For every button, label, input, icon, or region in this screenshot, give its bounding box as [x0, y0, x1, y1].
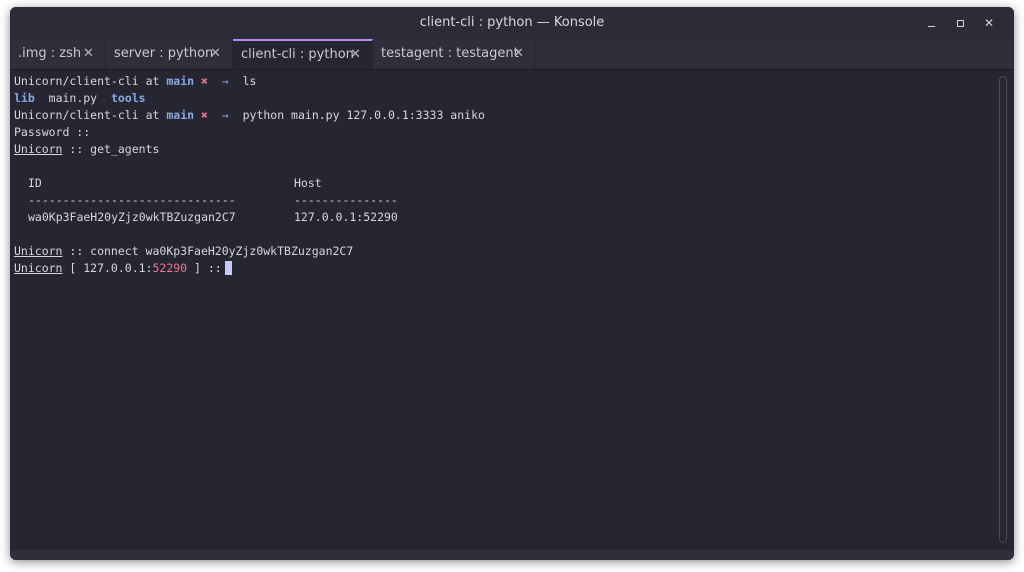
table-separator-id: ------------------------------: [28, 193, 236, 207]
command-text: :: connect wa0Kp3FaeH20yZjz0wkTBZuzgan2C…: [62, 244, 354, 258]
connect-line: Unicorn :: connect wa0Kp3FaeH20yZjz0wkTB…: [14, 243, 353, 260]
tab-close-icon[interactable]: ✕: [83, 39, 94, 69]
tab-label: .img : zsh: [18, 46, 82, 61]
table-separator-host: ---------------: [294, 193, 398, 207]
minimize-button[interactable]: [922, 13, 942, 33]
unicorn-prompt: Unicorn: [14, 244, 63, 258]
maximize-icon: [957, 20, 964, 27]
tab-label: testagent : testagent: [381, 46, 519, 61]
tab-client-cli-python[interactable]: client-cli : python ✕: [233, 39, 373, 69]
tab-testagent[interactable]: testagent : testagent ✕: [373, 39, 535, 69]
dir-lib: lib: [14, 91, 35, 105]
tab-label: client-cli : python: [241, 47, 354, 62]
ls-output-line: lib main.py tools: [14, 90, 146, 107]
git-branch: main: [166, 108, 195, 122]
unicorn-prompt: Unicorn: [14, 142, 63, 156]
prompt-path: Unicorn/client-cli: [14, 74, 139, 88]
unicorn-prompt: Unicorn: [14, 261, 63, 275]
window-bottom-bar: [10, 550, 1014, 560]
prompt-arrow-icon: →: [221, 108, 229, 122]
table-header-id: ID: [28, 176, 42, 190]
prompt-path: Unicorn/client-cli: [14, 108, 139, 122]
title-bar[interactable]: client-cli : python — Konsole ✕: [10, 7, 1014, 39]
password-line: Password ::: [14, 125, 91, 139]
tab-img-zsh[interactable]: .img : zsh ✕: [10, 39, 106, 69]
close-window-button[interactable]: ✕: [979, 13, 999, 33]
prompt-at: at: [145, 108, 160, 122]
tab-close-icon[interactable]: ✕: [210, 39, 221, 69]
dirty-icon: ✖: [201, 108, 208, 122]
tab-server-python[interactable]: server : python ✕: [106, 39, 233, 69]
terminal-output[interactable]: Unicorn/client-cli at main ✖ → ls lib ma…: [10, 70, 996, 550]
prompt-arrow-icon: →: [221, 74, 229, 88]
git-branch: main: [166, 74, 195, 88]
table-header-host: Host: [294, 176, 322, 190]
session-prompt-line[interactable]: Unicorn [ 127.0.0.1:52290 ] ::: [14, 260, 232, 277]
get-agents-line: Unicorn :: get_agents: [14, 141, 159, 158]
konsole-window: client-cli : python — Konsole ✕ .img : z…: [10, 7, 1014, 560]
tab-label: server : python: [114, 46, 214, 61]
prompt-line-python: Unicorn/client-cli at main ✖ → python ma…: [14, 107, 485, 124]
tab-close-icon[interactable]: ✕: [350, 41, 361, 68]
command-text: python main.py 127.0.0.1:3333 aniko: [242, 108, 485, 122]
table-cell-id: wa0Kp3FaeH20yZjz0wkTBZuzgan2C7: [28, 210, 236, 224]
window-title: client-cli : python — Konsole: [419, 15, 605, 30]
minimize-icon: [928, 26, 935, 27]
session-close: ] ::: [187, 261, 222, 275]
file-main-py: main.py: [48, 91, 98, 105]
command-text: :: get_agents: [62, 142, 160, 156]
session-host: [ 127.0.0.1:: [62, 261, 153, 275]
prompt-at: at: [145, 74, 160, 88]
session-port: 52290: [152, 261, 188, 275]
maximize-button[interactable]: [951, 13, 971, 33]
close-icon: ✕: [983, 16, 995, 30]
terminal-scrollbar[interactable]: [999, 76, 1007, 543]
dir-tools: tools: [110, 91, 146, 105]
dirty-icon: ✖: [201, 74, 208, 88]
command-text: ls: [242, 74, 257, 88]
tab-close-icon[interactable]: ✕: [513, 39, 524, 69]
prompt-line-ls: Unicorn/client-cli at main ✖ → ls: [14, 73, 256, 90]
table-cell-host: 127.0.0.1:52290: [294, 210, 398, 224]
tab-bar: .img : zsh ✕ server : python ✕ client-cl…: [10, 39, 1014, 70]
text-cursor: [224, 261, 232, 275]
